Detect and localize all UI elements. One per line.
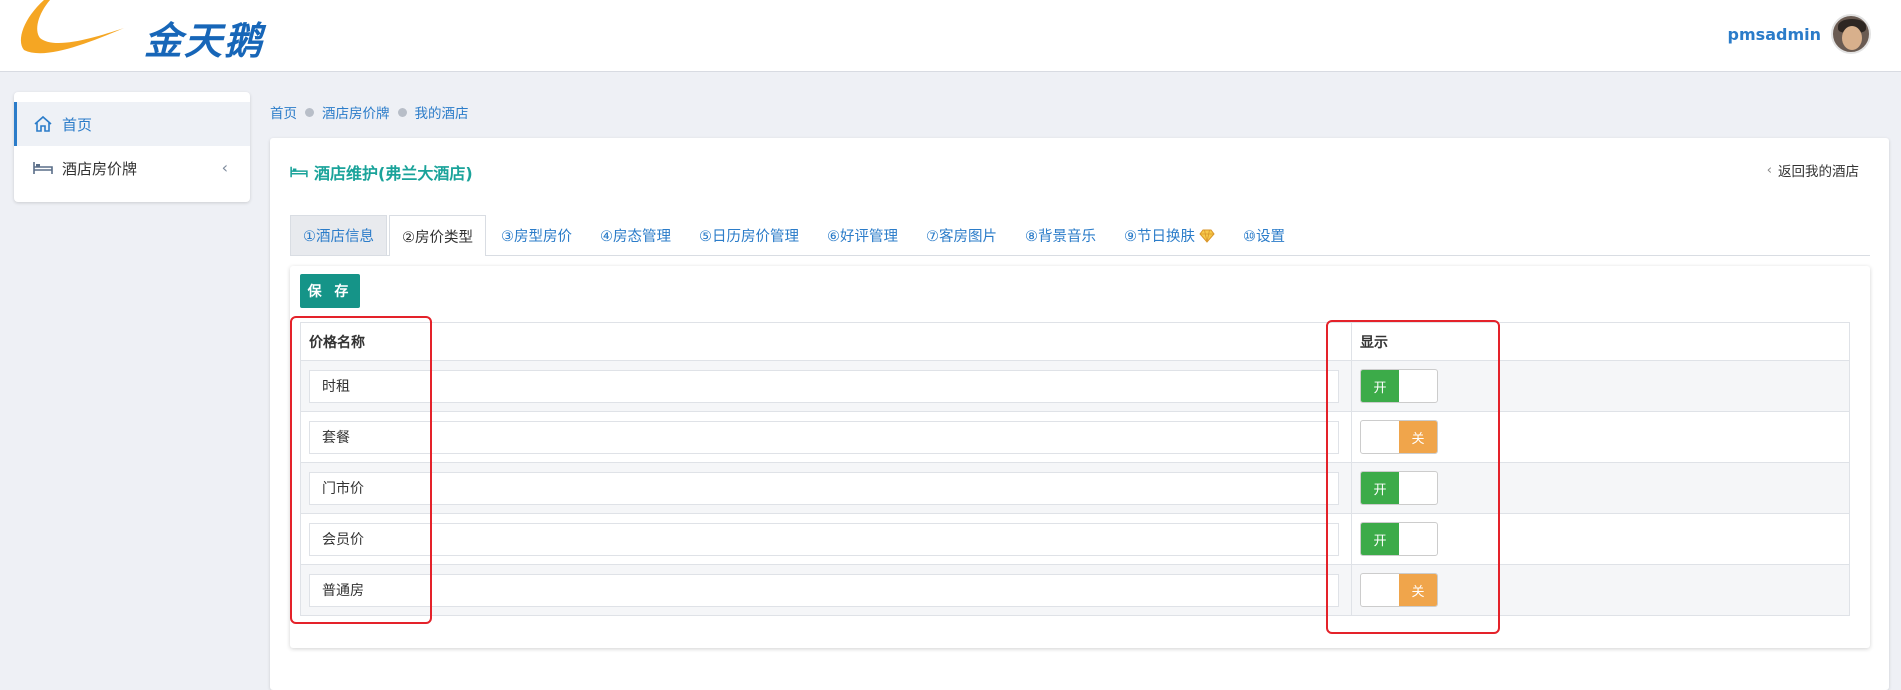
price-name-input[interactable] (309, 573, 1339, 607)
tab-room-status[interactable]: ④房态管理 (587, 215, 684, 255)
sidebar-item-home[interactable]: 首页 (14, 102, 250, 146)
brand-logo[interactable]: 金天鹅 (14, 0, 262, 63)
column-header-price-name: 价格名称 (300, 322, 1352, 361)
breadcrumb: 首页 酒店房价牌 我的酒店 (270, 102, 469, 122)
bed-icon (290, 166, 308, 178)
highlight-box-display-toggles (1326, 320, 1500, 634)
tab-settings[interactable]: ⑩设置 (1230, 215, 1298, 255)
avatar[interactable] (1831, 14, 1871, 54)
breadcrumb-room-price-board[interactable]: 酒店房价牌 (322, 102, 390, 122)
sidebar-item-room-price-board[interactable]: 酒店房价牌 ‹ (14, 146, 250, 190)
price-name-input[interactable] (309, 471, 1339, 505)
back-to-my-hotel-link[interactable]: ‹ 返回我的酒店 (1767, 160, 1859, 180)
bed-icon (32, 157, 54, 179)
breadcrumb-separator-icon (305, 107, 314, 117)
user-menu[interactable]: pmsadmin (1728, 14, 1871, 54)
tab-holiday-skin[interactable]: ⑨节日换肤 (1111, 215, 1228, 255)
tab-room-type-prices[interactable]: ③房型房价 (488, 215, 585, 255)
tab-hotel-info[interactable]: ①酒店信息 (290, 215, 387, 255)
table-row: 开 (300, 513, 1851, 565)
table-row: 开 (300, 360, 1851, 412)
top-header: 金天鹅 pmsadmin (0, 0, 1901, 72)
home-icon (32, 113, 54, 135)
price-type-panel: 保 存 价格名称 显示 开 关 开 (290, 266, 1870, 648)
breadcrumb-separator-icon (397, 107, 407, 117)
price-name-input[interactable] (309, 522, 1339, 556)
page-title: 酒店维护(弗兰大酒店) (290, 160, 473, 184)
breadcrumb-my-hotel[interactable]: 我的酒店 (415, 102, 469, 122)
tab-calendar-prices[interactable]: ⑤日历房价管理 (686, 215, 812, 255)
sidebar-item-label: 首页 (62, 115, 93, 134)
swan-swoosh-icon (20, 0, 124, 54)
tab-background-music[interactable]: ⑧背景音乐 (1012, 215, 1109, 255)
price-type-table: 价格名称 显示 开 关 开 开 (300, 322, 1851, 616)
highlight-box-price-names (290, 316, 432, 624)
price-name-input[interactable] (309, 369, 1339, 403)
save-button[interactable]: 保 存 (300, 274, 360, 308)
table-row: 关 (300, 564, 1851, 616)
breadcrumb-home[interactable]: 首页 (270, 102, 297, 122)
sidebar: 首页 酒店房价牌 ‹ (14, 92, 250, 202)
table-row: 开 (300, 462, 1851, 514)
price-name-input[interactable] (309, 420, 1339, 454)
chevron-left-icon: ‹ (1766, 162, 1772, 178)
tab-price-types[interactable]: ②房价类型 (389, 215, 486, 256)
tab-room-photos[interactable]: ⑦客房图片 (913, 215, 1010, 255)
sidebar-item-label: 酒店房价牌 (62, 159, 138, 178)
table-row: 关 (300, 411, 1851, 463)
tab-bar: ①酒店信息 ②房价类型 ③房型房价 ④房态管理 ⑤日历房价管理 ⑥好评管理 ⑦客… (290, 215, 1870, 256)
chevron-left-icon: ‹ (221, 158, 228, 177)
username[interactable]: pmsadmin (1728, 25, 1821, 44)
brand-name: 金天鹅 (144, 19, 265, 63)
hotel-maintenance-card: 酒店维护(弗兰大酒店) ‹ 返回我的酒店 ①酒店信息 ②房价类型 ③房型房价 ④… (270, 138, 1889, 690)
tab-reviews[interactable]: ⑥好评管理 (814, 215, 911, 255)
diamond-icon (1199, 229, 1215, 243)
